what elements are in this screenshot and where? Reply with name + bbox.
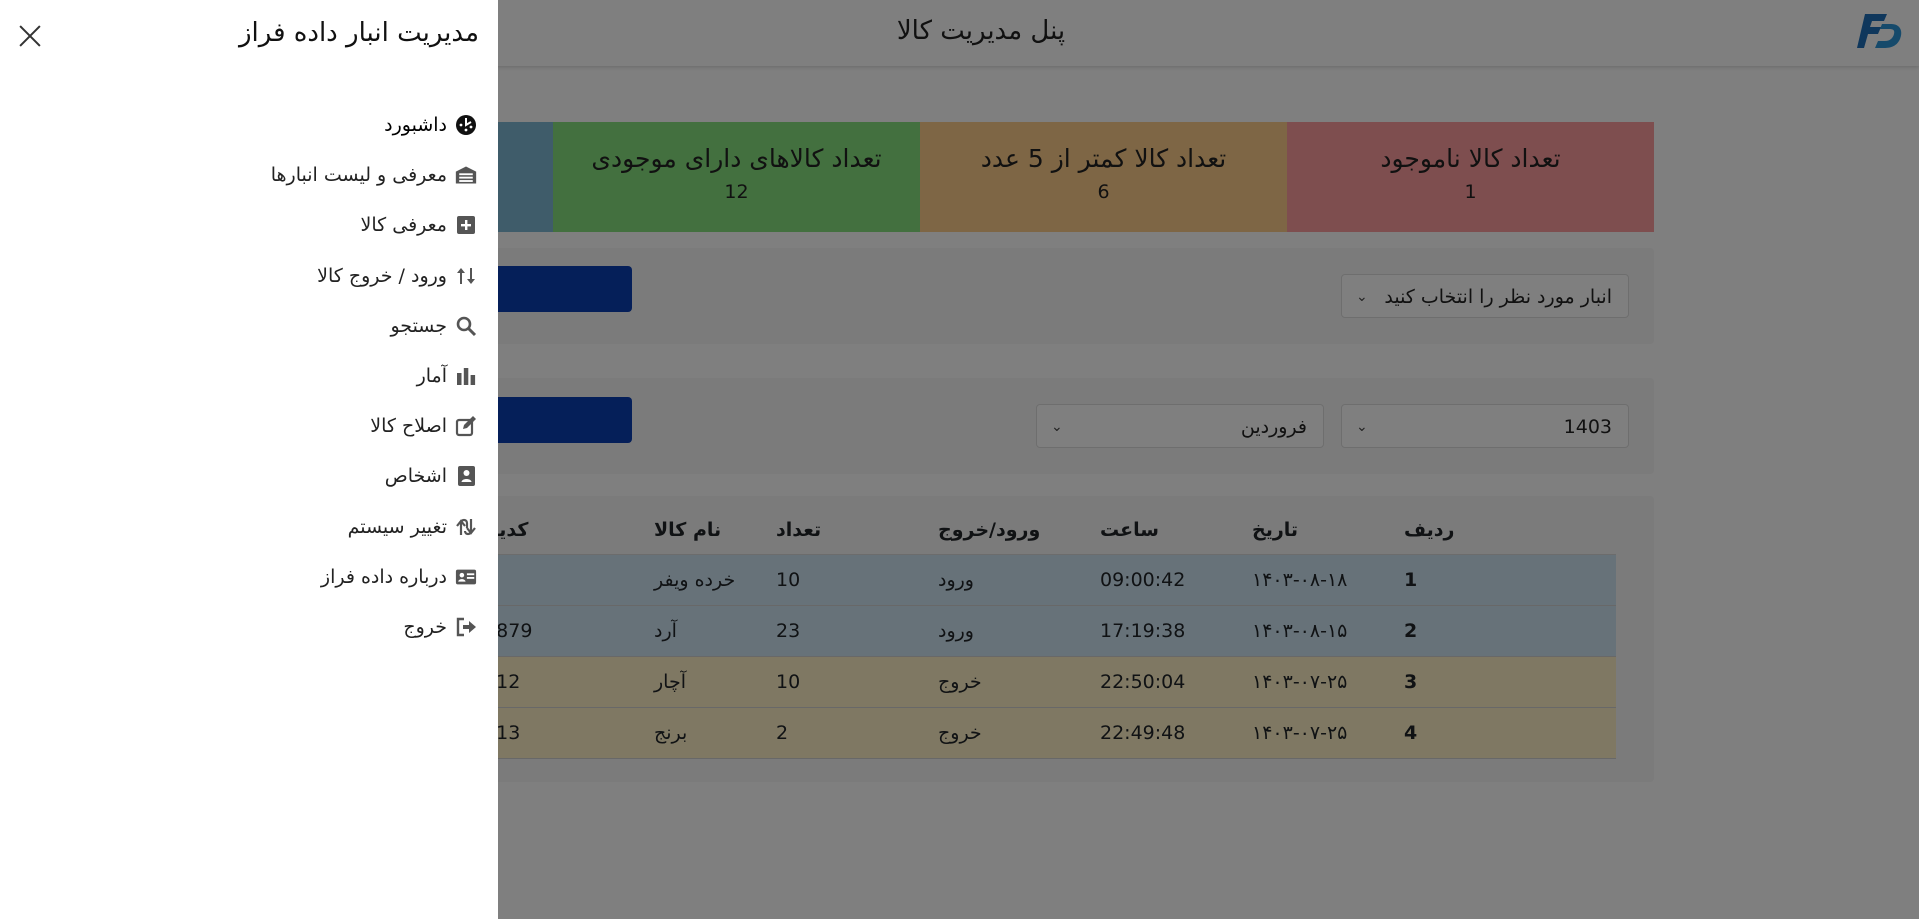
sidebar-item-label: درباره داده فراز: [320, 565, 447, 588]
sidebar-item-label: اصلاح کالا: [370, 415, 447, 438]
sidebar-item-logout[interactable]: خروج: [271, 602, 479, 652]
sidebar-item-edit-product[interactable]: اصلاح کالا: [271, 401, 479, 451]
sidebar-item-persons[interactable]: اشخاص: [271, 451, 479, 501]
sidebar-item-switch-system[interactable]: تغییر سیستم: [271, 502, 479, 552]
sidebar-item-add-product[interactable]: معرفی کالا: [271, 200, 479, 250]
id-card-icon: [453, 566, 479, 588]
contact-book-icon: [453, 465, 479, 487]
dashboard-gauge-icon: [453, 114, 479, 136]
sidebar-item-label: معرفی و لیست انبارها: [270, 164, 447, 187]
search-icon: [453, 315, 479, 337]
bar-chart-icon: [453, 365, 479, 387]
sidebar-item-warehouses[interactable]: معرفی و لیست انبارها: [271, 150, 479, 200]
arrows-up-down-icon: [453, 265, 479, 287]
sidebar-item-stats[interactable]: آمار: [271, 351, 479, 401]
sidebar-item-label: تغییر سیستم: [347, 515, 447, 538]
offcanvas-sidebar: مدیریت انبار داده فراز داشبورد معرفی و ل…: [0, 0, 498, 919]
sidebar-item-label: جستجو: [390, 314, 447, 337]
sidebar-item-label: اشخاص: [384, 465, 447, 488]
sidebar-menu: داشبورد معرفی و لیست انبارها معرفی کالا …: [271, 100, 479, 652]
sidebar-item-label: معرفی کالا: [360, 214, 447, 237]
edit-icon: [453, 415, 479, 437]
switch-arrows-icon: [453, 516, 479, 538]
close-icon[interactable]: [14, 20, 46, 52]
plus-square-icon: [453, 214, 479, 236]
sidebar-item-in-out[interactable]: ورود / خروج کالا: [271, 251, 479, 301]
sidebar-item-label: ورود / خروج کالا: [317, 264, 447, 287]
sidebar-item-dashboard[interactable]: داشبورد: [271, 100, 479, 150]
sidebar-item-label: داشبورد: [384, 114, 447, 137]
sidebar-title: مدیریت انبار داده فراز: [238, 18, 479, 48]
sidebar-item-search[interactable]: جستجو: [271, 301, 479, 351]
logout-icon: [453, 616, 479, 638]
sidebar-item-about[interactable]: درباره داده فراز: [271, 552, 479, 602]
warehouse-icon: [453, 164, 479, 186]
sidebar-item-label: آمار: [416, 365, 447, 388]
sidebar-item-label: خروج: [403, 615, 447, 638]
